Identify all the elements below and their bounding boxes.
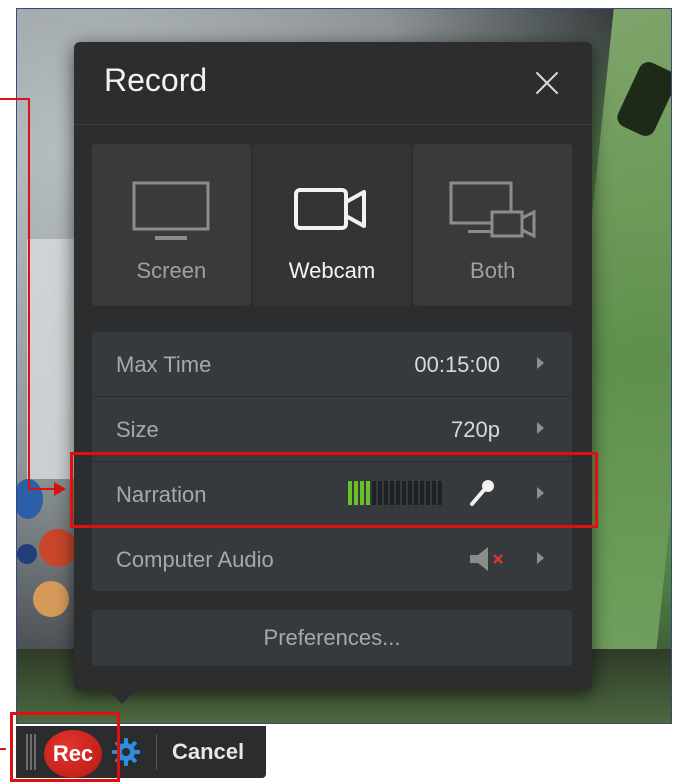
preferences-label: Preferences...: [263, 625, 401, 650]
chevron-right-icon: [537, 357, 544, 369]
annotation-line: [0, 748, 6, 750]
annotation-arrow-icon: [54, 482, 66, 496]
setting-computer-audio[interactable]: Computer Audio: [92, 527, 572, 591]
divider: [156, 734, 157, 770]
rec-highlight-box: [10, 712, 120, 782]
setting-label: Computer Audio: [116, 547, 274, 572]
mode-label: Screen: [136, 258, 207, 283]
preferences-button[interactable]: Preferences...: [92, 610, 572, 666]
mode-webcam-button[interactable]: Webcam: [252, 144, 412, 306]
setting-value: 00:15:00: [414, 352, 500, 377]
dialog-title: Record: [104, 62, 208, 98]
annotation-line: [28, 98, 30, 490]
annotation-line: [0, 98, 30, 100]
setting-label: Max Time: [116, 352, 212, 377]
annotation-line: [28, 488, 56, 490]
webcam-icon: [294, 188, 366, 230]
mode-both-button[interactable]: Both: [413, 144, 573, 306]
narration-highlight-box: [70, 452, 598, 528]
setting-value: 720p: [451, 417, 500, 442]
cancel-button[interactable]: Cancel: [172, 739, 244, 765]
chevron-right-icon: [537, 422, 544, 434]
mode-label: Both: [470, 258, 516, 283]
dialog-pointer: [106, 688, 138, 704]
mode-screen-button[interactable]: Screen: [92, 144, 251, 306]
divider: [74, 124, 592, 125]
chevron-right-icon: [537, 552, 544, 564]
monitor-icon: [132, 181, 210, 240]
setting-label: Size: [116, 417, 159, 442]
speaker-muted-icon: [470, 547, 503, 571]
setting-max-time[interactable]: Max Time 00:15:00: [92, 332, 572, 397]
close-icon[interactable]: [530, 66, 564, 100]
record-dialog: Record Screen Webcam Both Max Time 00:15…: [74, 42, 592, 690]
screen-and-webcam-icon: [449, 181, 536, 239]
capture-mode-selector: Screen Webcam Both: [92, 144, 573, 306]
mode-label: Webcam: [288, 258, 376, 283]
